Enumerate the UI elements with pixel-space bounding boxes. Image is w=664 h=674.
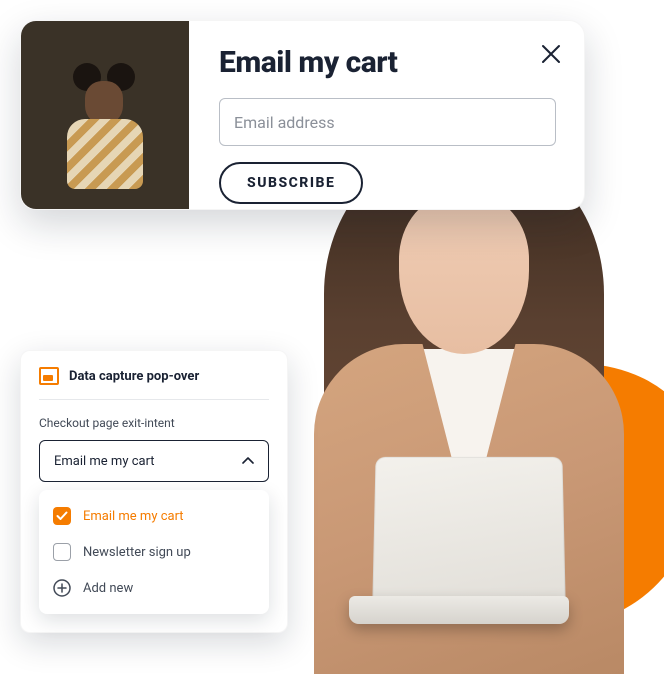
popup-title: Email my cart bbox=[219, 45, 556, 80]
checkbox-checked-icon bbox=[53, 507, 71, 525]
option-newsletter[interactable]: Newsletter sign up bbox=[39, 534, 269, 570]
email-cart-popup: Email my cart SUBSCRIBE bbox=[20, 20, 585, 210]
panel-header: Data capture pop-over bbox=[39, 367, 269, 400]
close-button[interactable] bbox=[540, 43, 562, 65]
checkbox-unchecked-icon bbox=[53, 543, 71, 561]
plus-circle-icon bbox=[53, 579, 71, 597]
option-email-cart[interactable]: Email me my cart bbox=[39, 498, 269, 534]
option-label: Newsletter sign up bbox=[83, 545, 191, 560]
data-capture-panel: Data capture pop-over Checkout page exit… bbox=[20, 350, 288, 633]
chevron-up-icon bbox=[242, 457, 254, 465]
option-label: Add new bbox=[83, 581, 133, 596]
close-icon bbox=[540, 43, 562, 65]
option-add-new[interactable]: Add new bbox=[39, 570, 269, 606]
email-input[interactable] bbox=[219, 98, 556, 146]
panel-title: Data capture pop-over bbox=[69, 369, 199, 384]
popup-image bbox=[21, 21, 189, 209]
popover-select[interactable]: Email me my cart bbox=[39, 440, 269, 482]
option-label: Email me my cart bbox=[83, 509, 184, 524]
popover-icon bbox=[39, 367, 59, 385]
select-value: Email me my cart bbox=[54, 454, 155, 469]
subscribe-button[interactable]: SUBSCRIBE bbox=[219, 162, 363, 204]
field-label: Checkout page exit-intent bbox=[39, 416, 269, 430]
check-icon bbox=[56, 511, 68, 521]
popover-dropdown: Email me my cart Newsletter sign up Add … bbox=[39, 490, 269, 614]
